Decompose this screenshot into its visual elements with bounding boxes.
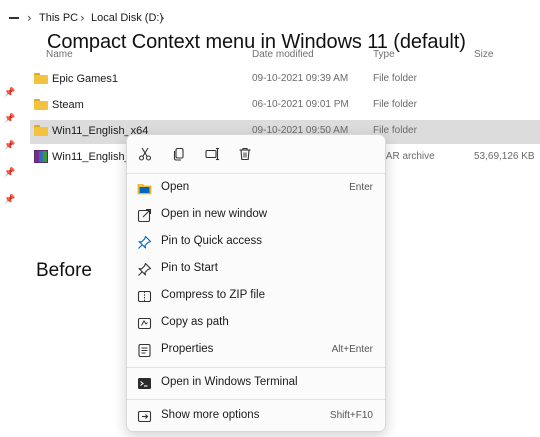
breadcrumb-local-disk[interactable]: Local Disk (D:) <box>91 12 163 24</box>
column-header-size[interactable]: Size <box>474 49 493 60</box>
copy-button[interactable] <box>165 141 193 167</box>
menu-item-label: Copy as path <box>161 316 229 328</box>
menu-item-label: Show more options <box>161 409 260 421</box>
menu-divider <box>127 173 385 174</box>
annotation-title: Compact Context menu in Windows 11 (defa… <box>47 31 466 53</box>
delete-button[interactable] <box>231 141 259 167</box>
file-row[interactable]: Epic Games1 09-10-2021 09:39 AM File fol… <box>30 68 540 92</box>
menu-divider <box>127 399 385 400</box>
pin-icon: 📌 <box>4 88 16 98</box>
file-name: Epic Games1 <box>52 73 119 85</box>
menu-divider <box>127 367 385 368</box>
pin-icon: 📌 <box>4 114 16 124</box>
menu-item-copy-path[interactable]: Copy as path <box>131 310 381 336</box>
menu-item-label: Pin to Quick access <box>161 235 262 247</box>
file-row[interactable]: Steam 06-10-2021 09:01 PM File folder <box>30 94 540 118</box>
folder-icon <box>34 99 48 110</box>
menu-item-label: Compress to ZIP file <box>161 289 265 301</box>
menu-item-label: Open <box>161 181 190 193</box>
menu-item-label: Open in new window <box>161 208 268 220</box>
pin-icon <box>137 235 152 250</box>
cut-button[interactable] <box>131 141 159 167</box>
menu-item-pin-quick-access[interactable]: Pin to Quick access <box>131 229 381 255</box>
trash-icon <box>239 147 251 161</box>
menu-item-show-more-options[interactable]: Show more options Shift+F10 <box>131 403 381 429</box>
pin-start-icon <box>137 262 152 277</box>
folder-icon <box>34 73 48 84</box>
scissors-icon <box>138 147 152 161</box>
annotation-before: Before <box>36 260 92 281</box>
menu-item-label: Properties <box>161 343 214 355</box>
menu-item-shortcut: Enter <box>349 182 373 193</box>
breadcrumb-this-pc[interactable]: This PC <box>39 12 78 24</box>
file-name: Win11_English_x <box>52 151 137 163</box>
file-name: Steam <box>52 99 84 111</box>
copy-icon <box>173 147 184 161</box>
pin-icon: 📌 <box>4 168 16 178</box>
menu-item-compress-zip[interactable]: Compress to ZIP file <box>131 283 381 309</box>
pin-icon: 📌 <box>4 195 16 205</box>
file-type: File folder <box>373 99 417 110</box>
file-date: 06-10-2021 09:01 PM <box>252 99 349 110</box>
file-type: File folder <box>373 73 417 84</box>
menu-item-open-new-window[interactable]: Open in new window <box>131 202 381 228</box>
chevron-right-icon: › <box>80 11 85 25</box>
menu-item-properties[interactable]: Properties Alt+Enter <box>131 337 381 363</box>
menu-item-label: Pin to Start <box>161 262 218 274</box>
chevron-right-icon: › <box>27 11 32 25</box>
menu-item-shortcut: Shift+F10 <box>329 410 373 421</box>
collapse-icon[interactable] <box>9 17 19 19</box>
menu-item-open[interactable]: Open Enter <box>131 175 381 201</box>
zip-icon <box>137 289 152 304</box>
copy-path-icon <box>137 316 152 331</box>
menu-item-pin-start[interactable]: Pin to Start <box>131 256 381 282</box>
terminal-icon <box>137 376 152 391</box>
menu-item-shortcut: Alt+Enter <box>331 344 373 355</box>
chevron-right-icon: › <box>160 11 165 25</box>
rename-icon <box>204 147 219 161</box>
rename-button[interactable] <box>198 141 226 167</box>
folder-icon <box>34 125 48 136</box>
properties-icon <box>137 343 152 358</box>
file-size: 53,69,126 KB <box>474 151 535 162</box>
menu-item-open-terminal[interactable]: Open in Windows Terminal <box>131 370 381 396</box>
menu-item-label: Open in Windows Terminal <box>161 376 298 388</box>
file-date: 09-10-2021 09:39 AM <box>252 73 349 84</box>
pin-icon: 📌 <box>4 141 16 151</box>
more-options-icon <box>137 409 152 424</box>
context-menu: Open Enter Open in new window Pin to Qui… <box>126 134 386 432</box>
new-window-icon <box>137 208 152 223</box>
winrar-archive-icon <box>34 150 48 163</box>
open-folder-icon <box>137 181 152 196</box>
